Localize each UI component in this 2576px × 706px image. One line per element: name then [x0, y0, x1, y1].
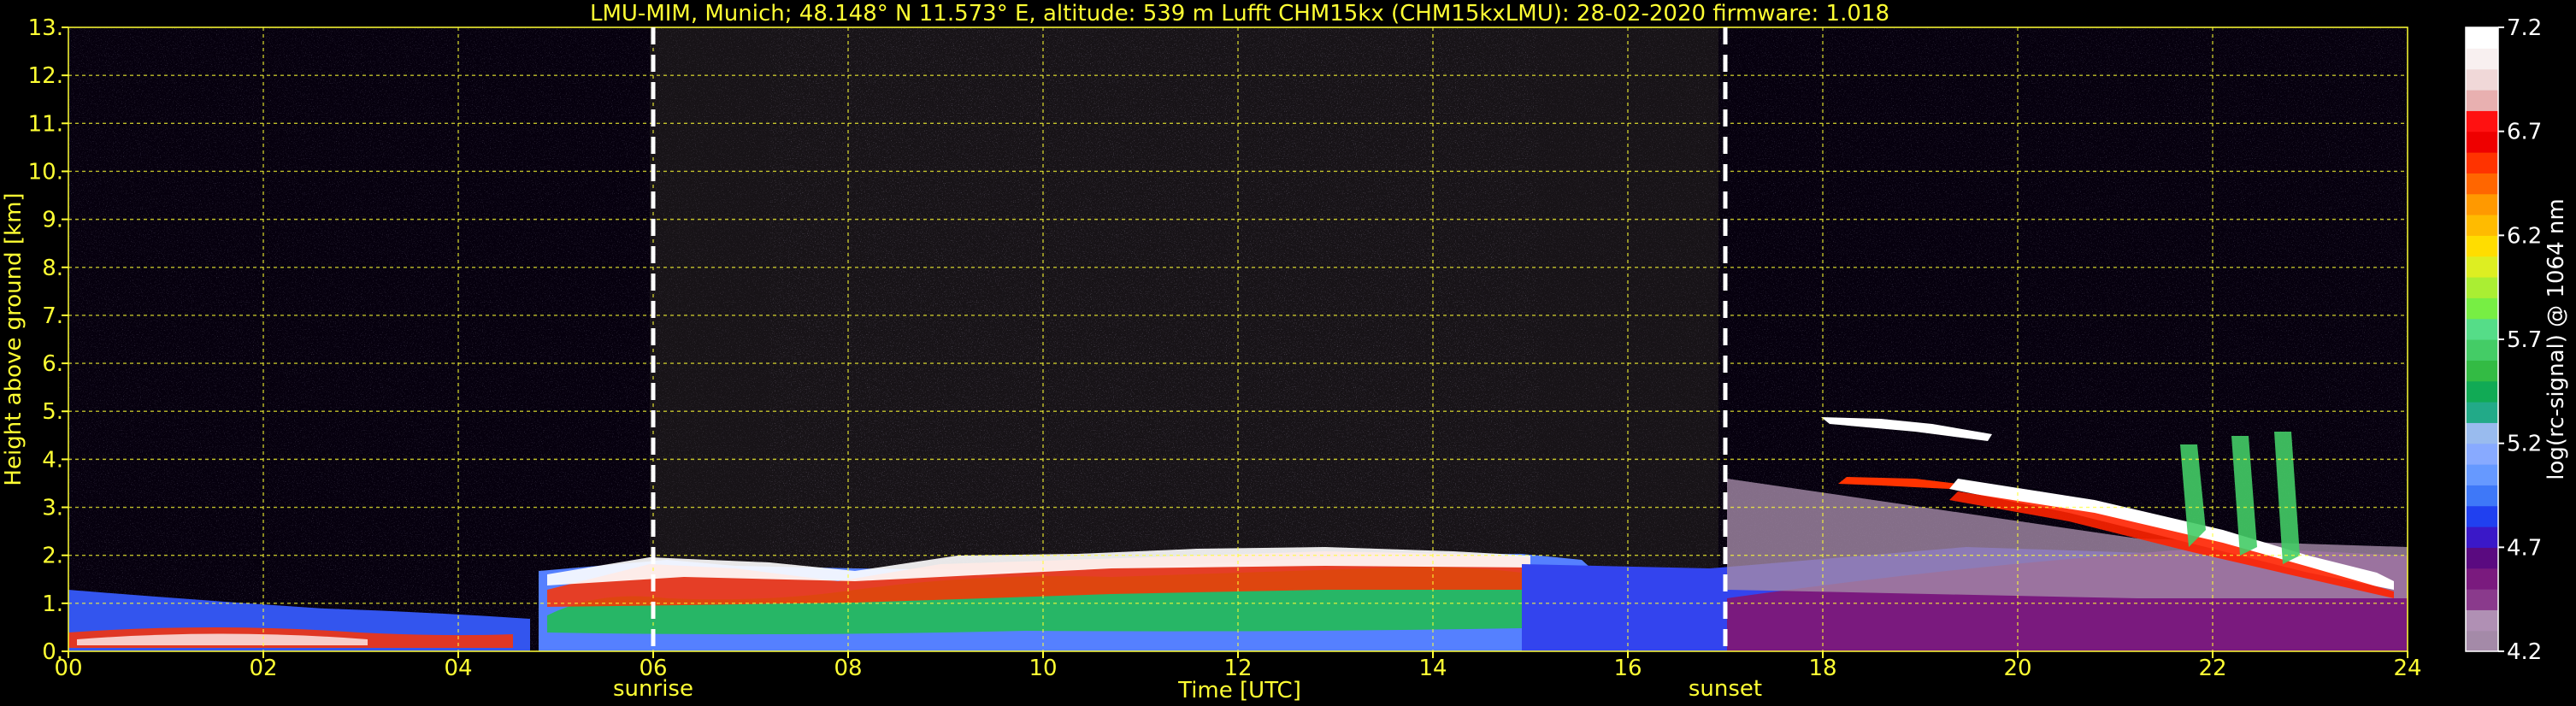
y-axis-label: Height above ground [km]	[1, 192, 27, 485]
y-tick-label: 13.	[28, 15, 63, 41]
y-tick-label: 11.	[28, 111, 63, 137]
chart-title: LMU-MIM, Munich; 48.148° N 11.573° E, al…	[590, 1, 1889, 26]
y-tick-label: 10.	[28, 159, 63, 185]
colorbar-segment	[2466, 485, 2498, 507]
colorbar-tick-label: 5.7	[2507, 327, 2542, 353]
x-tick-label: 14	[1418, 656, 1447, 681]
y-tick-label: 7.	[42, 303, 63, 329]
x-tick-label: 10	[1029, 656, 1057, 681]
x-tick-label: 04	[444, 656, 472, 681]
plot-area	[68, 27, 2408, 651]
colorbar-segment	[2466, 505, 2498, 527]
colorbar-segment	[2466, 131, 2498, 153]
y-tick-label: 2.	[42, 544, 63, 569]
colorbar-segment	[2466, 256, 2498, 278]
x-tick-label: 02	[249, 656, 277, 681]
colorbar-segment	[2466, 297, 2498, 320]
colorbar-segment	[2466, 339, 2498, 361]
y-tick-label: 4.	[42, 447, 63, 473]
colorbar-tick-label: 5.2	[2507, 432, 2542, 457]
colorbar-segment	[2466, 215, 2498, 236]
colorbar-segment	[2466, 630, 2498, 652]
y-tick-label: 1.	[42, 591, 63, 617]
colorbar-tick-label: 6.2	[2507, 223, 2542, 249]
y-tick-label: 6.	[42, 351, 63, 377]
x-axis: 00 02 04 06 08 10 12 14 16 18 20 22 24	[54, 651, 2422, 681]
colorbar-segment	[2466, 110, 2498, 132]
x-tick-label: 20	[2003, 656, 2031, 681]
colorbar-segment	[2466, 360, 2498, 382]
colorbar: 7.2 6.7 6.2 5.7 5.2 4.7 4.2	[2465, 15, 2542, 665]
colorbar-tick-label: 6.7	[2507, 120, 2542, 145]
colorbar-segment	[2466, 235, 2498, 257]
y-tick-label: 0.	[42, 639, 63, 665]
y-tick-label: 12.	[28, 63, 63, 89]
x-tick-label: 08	[834, 656, 862, 681]
colorbar-segment	[2466, 589, 2498, 610]
y-axis: 0. 1. 2. 3. 4. 5. 6. 7. 8. 9. 10. 11. 12. 13.	[28, 15, 68, 665]
x-axis-label: Time [UTC]	[1177, 678, 1301, 703]
colorbar-segment	[2466, 464, 2498, 485]
y-tick-label: 9.	[42, 208, 63, 233]
sunset-label: sunset	[1689, 676, 1762, 702]
colorbar-segment	[2466, 277, 2498, 298]
colorbar-segment	[2466, 547, 2498, 569]
x-tick-label: 06	[639, 656, 667, 681]
colorbar-segment	[2466, 193, 2498, 215]
colorbar-segment	[2466, 527, 2498, 548]
colorbar-segment	[2466, 402, 2498, 423]
x-tick-label: 22	[2198, 656, 2226, 681]
colorbar-segment	[2466, 48, 2498, 70]
colorbar-tick-label: 7.2	[2507, 15, 2542, 41]
colorbar-segment	[2466, 90, 2498, 111]
colorbar-segment	[2466, 27, 2498, 49]
colorbar-segment	[2466, 609, 2498, 632]
ceilometer-chart: sunrise sunset 00 02 04 06 08 10 12 14 16 18 20 22 24…	[1, 1, 2569, 703]
colorbar-segment	[2466, 68, 2498, 91]
colorbar-tick-label: 4.7	[2507, 535, 2542, 561]
x-tick-label: 24	[2393, 656, 2421, 681]
colorbar-segment	[2466, 568, 2498, 590]
colorbar-segment	[2466, 422, 2498, 444]
colorbar-segment	[2466, 443, 2498, 465]
y-tick-label: 8.	[42, 256, 63, 281]
colorbar-segment	[2466, 318, 2498, 340]
colorbar-segment	[2466, 173, 2498, 195]
y-tick-label: 5.	[42, 399, 63, 425]
colorbar-tick-label: 4.2	[2507, 639, 2542, 665]
colorbar-label: log(rc-signal) @ 1064 nm	[2544, 198, 2569, 479]
x-tick-label: 16	[1613, 656, 1642, 681]
colorbar-segment	[2466, 380, 2498, 403]
colorbar-segment	[2466, 152, 2498, 174]
y-tick-label: 3.	[42, 496, 63, 521]
x-tick-label: 18	[1808, 656, 1836, 681]
